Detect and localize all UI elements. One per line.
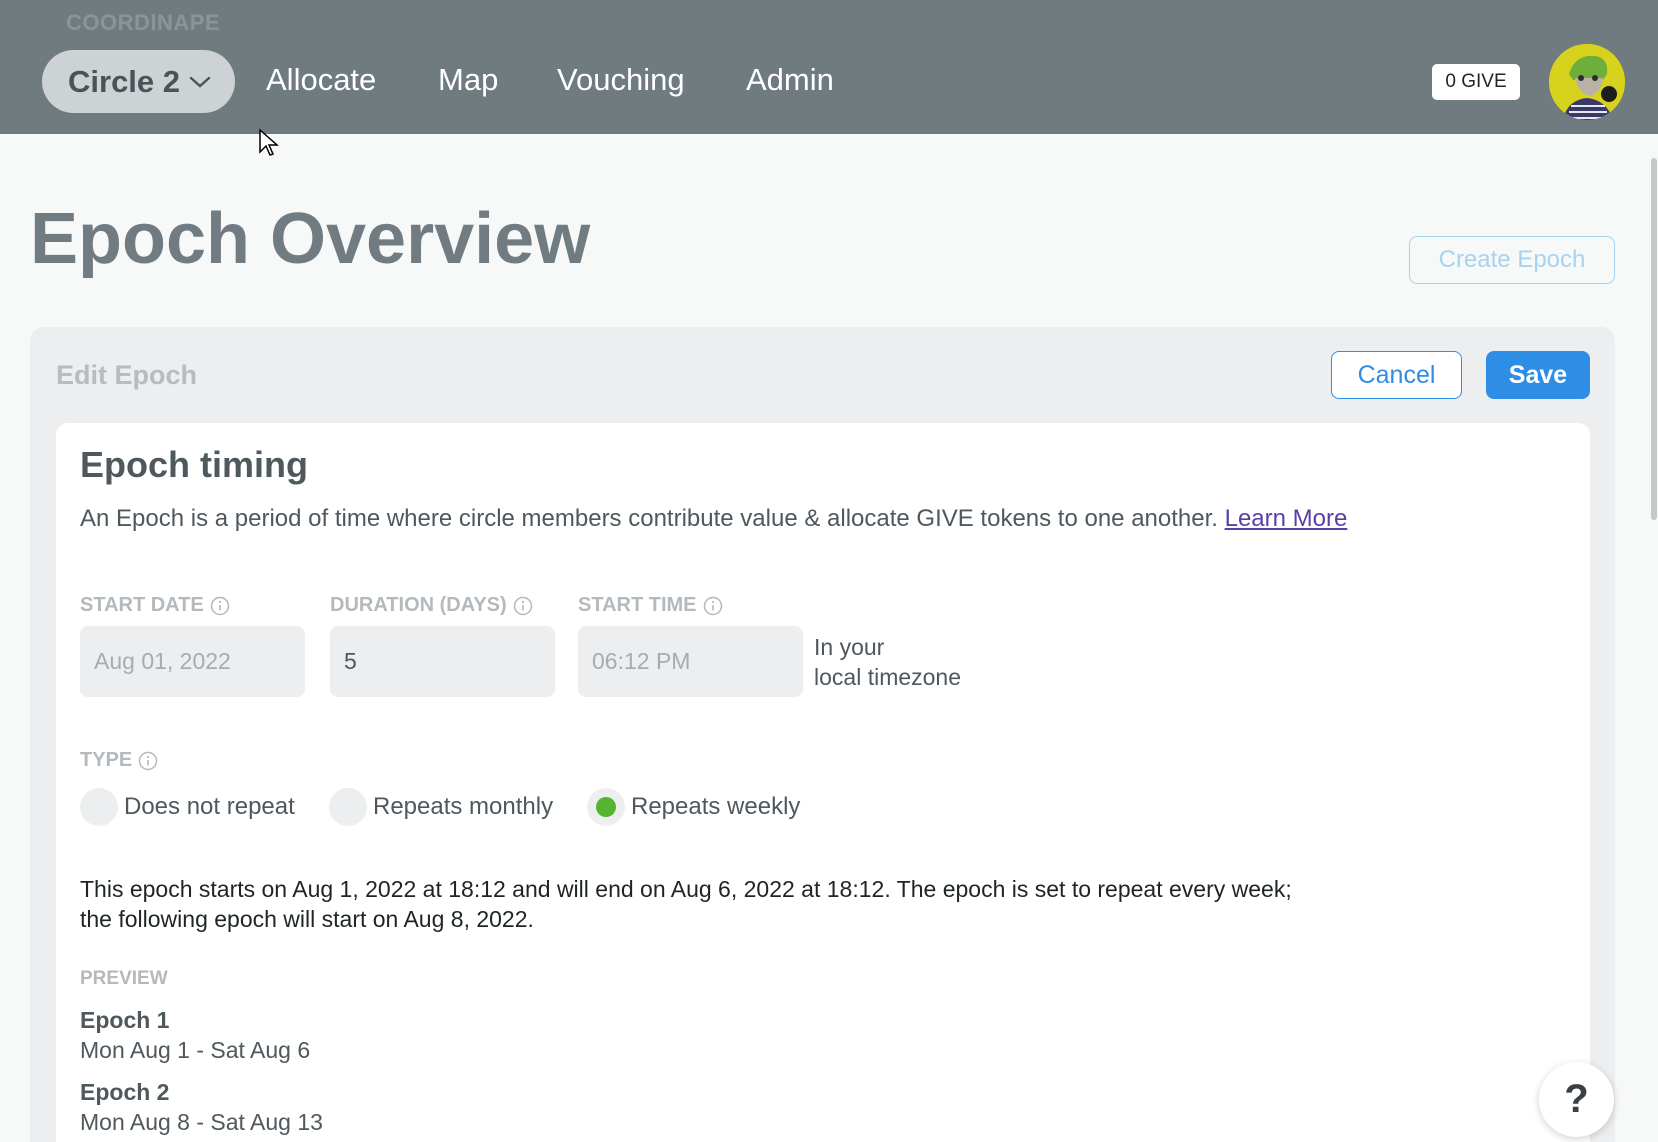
nav-link-vouching[interactable]: Vouching — [557, 62, 685, 98]
help-button[interactable]: ? — [1539, 1062, 1614, 1137]
timezone-note: In your local timezone — [814, 632, 961, 692]
info-icon[interactable] — [210, 596, 230, 616]
nav-link-admin[interactable]: Admin — [746, 62, 834, 98]
top-navigation-bar: COORDINAPE Circle 2 Allocate Map Vouchin… — [0, 0, 1658, 134]
start-time-input[interactable]: 06:12 PM — [578, 626, 803, 697]
create-epoch-button[interactable]: Create Epoch — [1409, 236, 1615, 284]
nav-link-map[interactable]: Map — [438, 62, 498, 98]
save-button[interactable]: Save — [1486, 351, 1590, 399]
avatar[interactable] — [1549, 44, 1625, 120]
preview-epoch-range: Mon Aug 1 - Sat Aug 6 — [80, 1037, 311, 1063]
section-title: Epoch timing — [80, 444, 308, 485]
radio-repeats-monthly[interactable]: Repeats monthly — [329, 788, 553, 826]
radio-selected-indicator — [596, 797, 616, 817]
info-icon[interactable] — [513, 596, 533, 616]
radio-label: Repeats weekly — [631, 793, 801, 820]
duration-label: DURATION (DAYS) — [330, 594, 533, 617]
type-label-text: TYPE — [80, 749, 133, 771]
info-icon[interactable] — [138, 751, 158, 771]
circle-selector-button[interactable]: Circle 2 — [42, 50, 235, 113]
mouse-cursor-icon — [259, 128, 279, 156]
radio-label: Repeats monthly — [373, 793, 554, 820]
type-label: TYPE — [80, 749, 158, 772]
radio-button[interactable] — [329, 788, 367, 826]
chevron-down-icon — [189, 76, 211, 88]
start-time-label: START TIME — [578, 594, 723, 617]
radio-button[interactable] — [80, 788, 118, 826]
summary-line: This epoch starts on Aug 1, 2022 at 18:1… — [80, 876, 1292, 902]
start-date-input[interactable]: Aug 01, 2022 — [80, 626, 305, 697]
section-description: An Epoch is a period of time where circl… — [80, 505, 1347, 533]
edit-epoch-title: Edit Epoch — [56, 360, 197, 390]
timezone-note-line: local timezone — [814, 664, 962, 690]
epoch-summary: This epoch starts on Aug 1, 2022 at 18:1… — [80, 874, 1440, 934]
duration-label-text: DURATION (DAYS) — [330, 594, 507, 616]
page-scrollbar-thumb[interactable] — [1651, 158, 1657, 520]
summary-line: the following epoch will start on Aug 8,… — [80, 906, 534, 932]
start-time-label-text: START TIME — [578, 594, 697, 616]
brand-logo[interactable]: COORDINAPE — [66, 10, 220, 36]
preview-epoch-name: Epoch 1 — [80, 1007, 170, 1033]
learn-more-link[interactable]: Learn More — [1225, 505, 1348, 532]
circle-selector-label: Circle 2 — [68, 63, 181, 99]
radio-button-selected[interactable] — [587, 788, 625, 826]
start-date-label: START DATE — [80, 594, 230, 617]
give-balance-badge[interactable]: 0 GIVE — [1432, 64, 1520, 100]
nav-link-allocate[interactable]: Allocate — [266, 62, 376, 98]
description-text: An Epoch is a period of time where circl… — [80, 505, 1218, 532]
radio-does-not-repeat[interactable]: Does not repeat — [80, 788, 295, 826]
preview-label: PREVIEW — [80, 968, 168, 989]
avatar-image-icon — [1549, 44, 1625, 120]
preview-epoch-name: Epoch 2 — [80, 1079, 170, 1105]
preview-epoch-range: Mon Aug 8 - Sat Aug 13 — [80, 1109, 323, 1135]
duration-input[interactable]: 5 — [330, 626, 555, 697]
radio-repeats-weekly[interactable]: Repeats weekly — [587, 788, 800, 826]
cancel-button[interactable]: Cancel — [1331, 351, 1462, 399]
radio-label: Does not repeat — [124, 793, 295, 820]
info-icon[interactable] — [703, 596, 723, 616]
timezone-note-line: In your — [814, 634, 885, 660]
page-title: Epoch Overview — [30, 199, 591, 279]
start-date-label-text: START DATE — [80, 594, 204, 616]
